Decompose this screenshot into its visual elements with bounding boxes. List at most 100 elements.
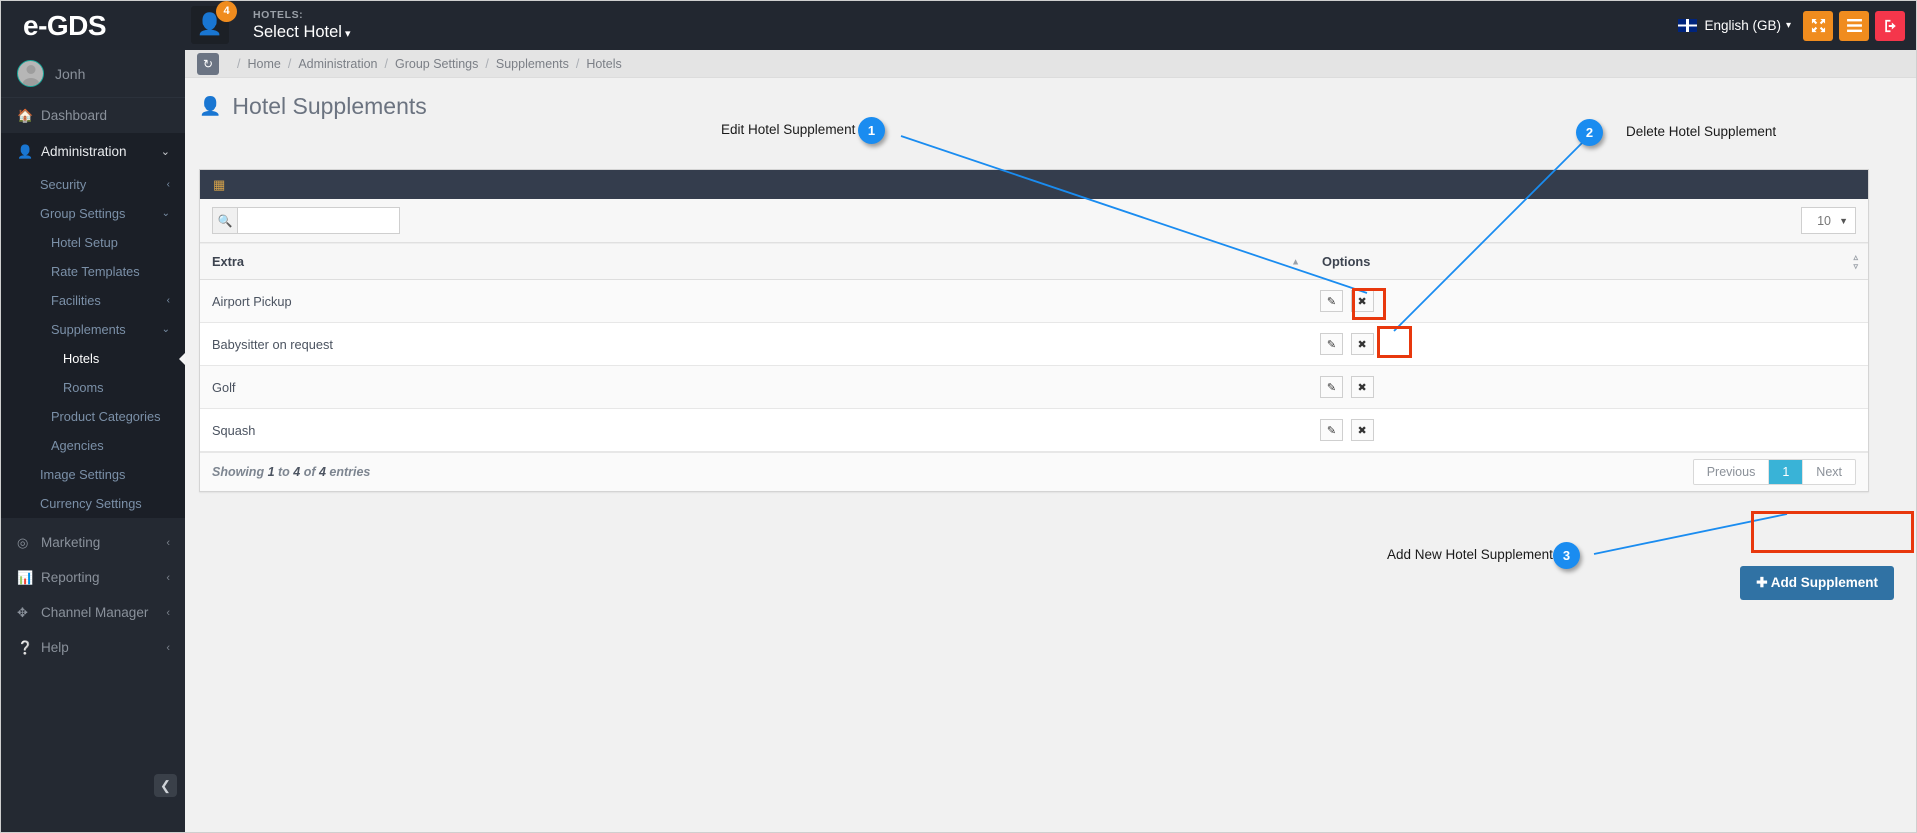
sidebar-item-label: Agencies <box>51 438 104 453</box>
sidebar-item-marketing[interactable]: ◎ Marketing ‹ <box>1 525 185 560</box>
sidebar-item-hotel-setup[interactable]: Hotel Setup <box>1 228 185 257</box>
sidebar-item-rate-templates[interactable]: Rate Templates <box>1 257 185 286</box>
sidebar-item-label: Reporting <box>41 570 100 585</box>
sidebar-item-agencies[interactable]: Agencies <box>1 431 185 460</box>
sidebar-item-security[interactable]: Security ‹ <box>1 170 185 199</box>
refresh-icon[interactable]: ↻ <box>197 52 219 75</box>
hotel-selector-value[interactable]: Select Hotel ▾ <box>253 23 351 41</box>
sidebar-item-facilities[interactable]: Facilities ‹ <box>1 286 185 315</box>
table-header-row: Extra ▲ Options ▵ ▿ <box>200 243 1868 280</box>
chevron-down-icon: ⌄ <box>160 146 170 158</box>
sidebar-item-label: Group Settings <box>40 206 126 221</box>
table-row: Babysitter on request ✎ ✖ <box>200 322 1868 366</box>
top-bar-right: English (GB) ▾ <box>1678 1 1916 50</box>
sidebar-item-reporting[interactable]: 📊 Reporting ‹ <box>1 560 185 595</box>
add-supplement-button[interactable]: ✚ Add Supplement <box>1740 566 1894 600</box>
breadcrumb-item-home[interactable]: Home <box>247 57 280 71</box>
chevron-left-icon: ‹ <box>166 179 170 190</box>
expand-icon <box>1811 18 1825 33</box>
delete-button[interactable]: ✖ <box>1350 290 1374 312</box>
sidebar-item-administration[interactable]: 👤 Administration ⌄ <box>1 133 185 170</box>
sidebar-submenu-administration: Security ‹ Group Settings ⌄ Hotel Setup … <box>1 170 185 518</box>
sidebar-item-label: Administration <box>41 144 127 159</box>
breadcrumb-separator: / <box>485 56 489 71</box>
sort-none-icon: ▵ ▿ <box>1853 251 1858 271</box>
sidebar-item-product-categories[interactable]: Product Categories <box>1 402 185 431</box>
breadcrumb-item-group-settings[interactable]: Group Settings <box>395 57 478 71</box>
sidebar-item-supplements[interactable]: Supplements ⌄ <box>1 315 185 344</box>
delete-button[interactable]: ✖ <box>1350 333 1374 355</box>
table-footer: Showing 1 to 4 of 4 entries Previous 1 N… <box>200 452 1868 491</box>
search-input[interactable] <box>237 207 400 234</box>
edit-button[interactable]: ✎ <box>1320 290 1343 312</box>
table-row: Squash ✎ ✖ <box>200 408 1868 452</box>
edit-button[interactable]: ✎ <box>1320 376 1343 398</box>
app-window: e-GDS 👤 4 HOTELS: Select Hotel ▾ English … <box>0 0 1917 833</box>
fullscreen-button[interactable] <box>1803 10 1833 41</box>
sidebar: Jonh 🏠 Dashboard 👤 Administration ⌄ Secu… <box>1 50 185 832</box>
chevron-left-icon: ‹ <box>166 606 170 619</box>
sidebar-item-image-settings[interactable]: Image Settings <box>1 460 185 489</box>
sidebar-user[interactable]: Jonh <box>1 50 185 98</box>
column-header-label: Options <box>1322 254 1371 269</box>
panel-header: ▦ <box>200 170 1868 199</box>
logout-button[interactable] <box>1875 10 1905 41</box>
table-head: Extra ▲ Options ▵ ▿ <box>200 243 1868 280</box>
supplements-panel: ▦ 🔍 10 ▼ Extra ▲ Options ▵ ▿ Airport Pic… <box>199 169 1869 492</box>
sidebar-username: Jonh <box>55 65 86 82</box>
sidebar-item-group-settings[interactable]: Group Settings ⌄ <box>1 199 185 228</box>
notification-badge: 4 <box>216 1 237 22</box>
hamburger-icon <box>1846 19 1862 32</box>
chevron-left-icon: ‹ <box>166 641 170 654</box>
menu-button[interactable] <box>1839 10 1869 41</box>
sidebar-item-help[interactable]: ❔ Help ‹ <box>1 630 185 665</box>
sort-asc-icon: ▲ <box>1291 256 1300 266</box>
sidebar-item-label: Rate Templates <box>51 264 140 279</box>
edit-button[interactable]: ✎ <box>1320 419 1343 441</box>
page-size-value: 10 <box>1817 213 1831 228</box>
column-header-extra[interactable]: Extra ▲ <box>200 243 1310 280</box>
chevron-down-icon: ▾ <box>1785 20 1791 31</box>
delete-button[interactable]: ✖ <box>1350 419 1374 441</box>
brand-logo[interactable]: e-GDS <box>1 1 185 50</box>
edit-button[interactable]: ✎ <box>1320 333 1343 355</box>
sidebar-item-label: Hotel Setup <box>51 235 118 250</box>
user-icon: 👤 <box>17 143 34 159</box>
language-selector[interactable]: English (GB) ▾ <box>1678 18 1791 33</box>
table-body: Airport Pickup ✎ ✖ Babysitter on request… <box>200 279 1868 452</box>
sidebar-collapse-button[interactable]: ❮ <box>154 774 177 797</box>
chevron-left-icon: ‹ <box>166 295 170 306</box>
delete-button[interactable]: ✖ <box>1350 376 1374 398</box>
cell-extra: Airport Pickup <box>200 279 1310 323</box>
pagination-previous[interactable]: Previous <box>1693 460 1770 484</box>
hotel-selector[interactable]: HOTELS: Select Hotel ▾ <box>253 9 351 42</box>
table-row: Golf ✎ ✖ <box>200 365 1868 409</box>
sidebar-item-dashboard[interactable]: 🏠 Dashboard <box>1 98 185 133</box>
table-row: Airport Pickup ✎ ✖ <box>200 279 1868 323</box>
add-supplement-label: Add Supplement <box>1770 575 1878 590</box>
column-header-label: Extra <box>212 254 245 269</box>
search-box[interactable]: 🔍 <box>212 207 400 234</box>
breadcrumb-item-administration[interactable]: Administration <box>298 57 377 71</box>
top-bar: e-GDS 👤 4 HOTELS: Select Hotel ▾ English … <box>1 1 1916 50</box>
sidebar-item-rooms[interactable]: Rooms <box>1 373 185 402</box>
pagination-next[interactable]: Next <box>1803 460 1855 484</box>
pagination-page-1[interactable]: 1 <box>1769 460 1804 484</box>
column-header-options[interactable]: Options ▵ ▿ <box>1310 243 1868 280</box>
cell-extra: Squash <box>200 408 1310 452</box>
home-icon: 🏠 <box>17 107 34 123</box>
sidebar-item-label: Product Categories <box>51 409 161 424</box>
supplements-table: Extra ▲ Options ▵ ▿ Airport Pickup ✎ ✖ B… <box>200 243 1868 452</box>
sidebar-item-channel-manager[interactable]: ✥ Channel Manager ‹ <box>1 595 185 630</box>
breadcrumb-separator: / <box>575 56 580 71</box>
sidebar-item-hotels[interactable]: Hotels <box>1 344 185 373</box>
breadcrumb: ↻ / Home / Administration / Group Settin… <box>185 50 1916 78</box>
breadcrumb-item-supplements[interactable]: Supplements <box>496 57 569 71</box>
breadcrumb-separator: / <box>237 56 241 71</box>
breadcrumb-item-hotels[interactable]: Hotels <box>586 57 621 71</box>
cell-options: ✎ ✖ <box>1310 408 1868 452</box>
sidebar-item-currency-settings[interactable]: Currency Settings <box>1 489 185 518</box>
notifications-area[interactable]: 👤 4 <box>191 1 237 46</box>
page-size-select[interactable]: 10 ▼ <box>1801 207 1856 234</box>
pagination: Previous 1 Next <box>1692 459 1856 485</box>
